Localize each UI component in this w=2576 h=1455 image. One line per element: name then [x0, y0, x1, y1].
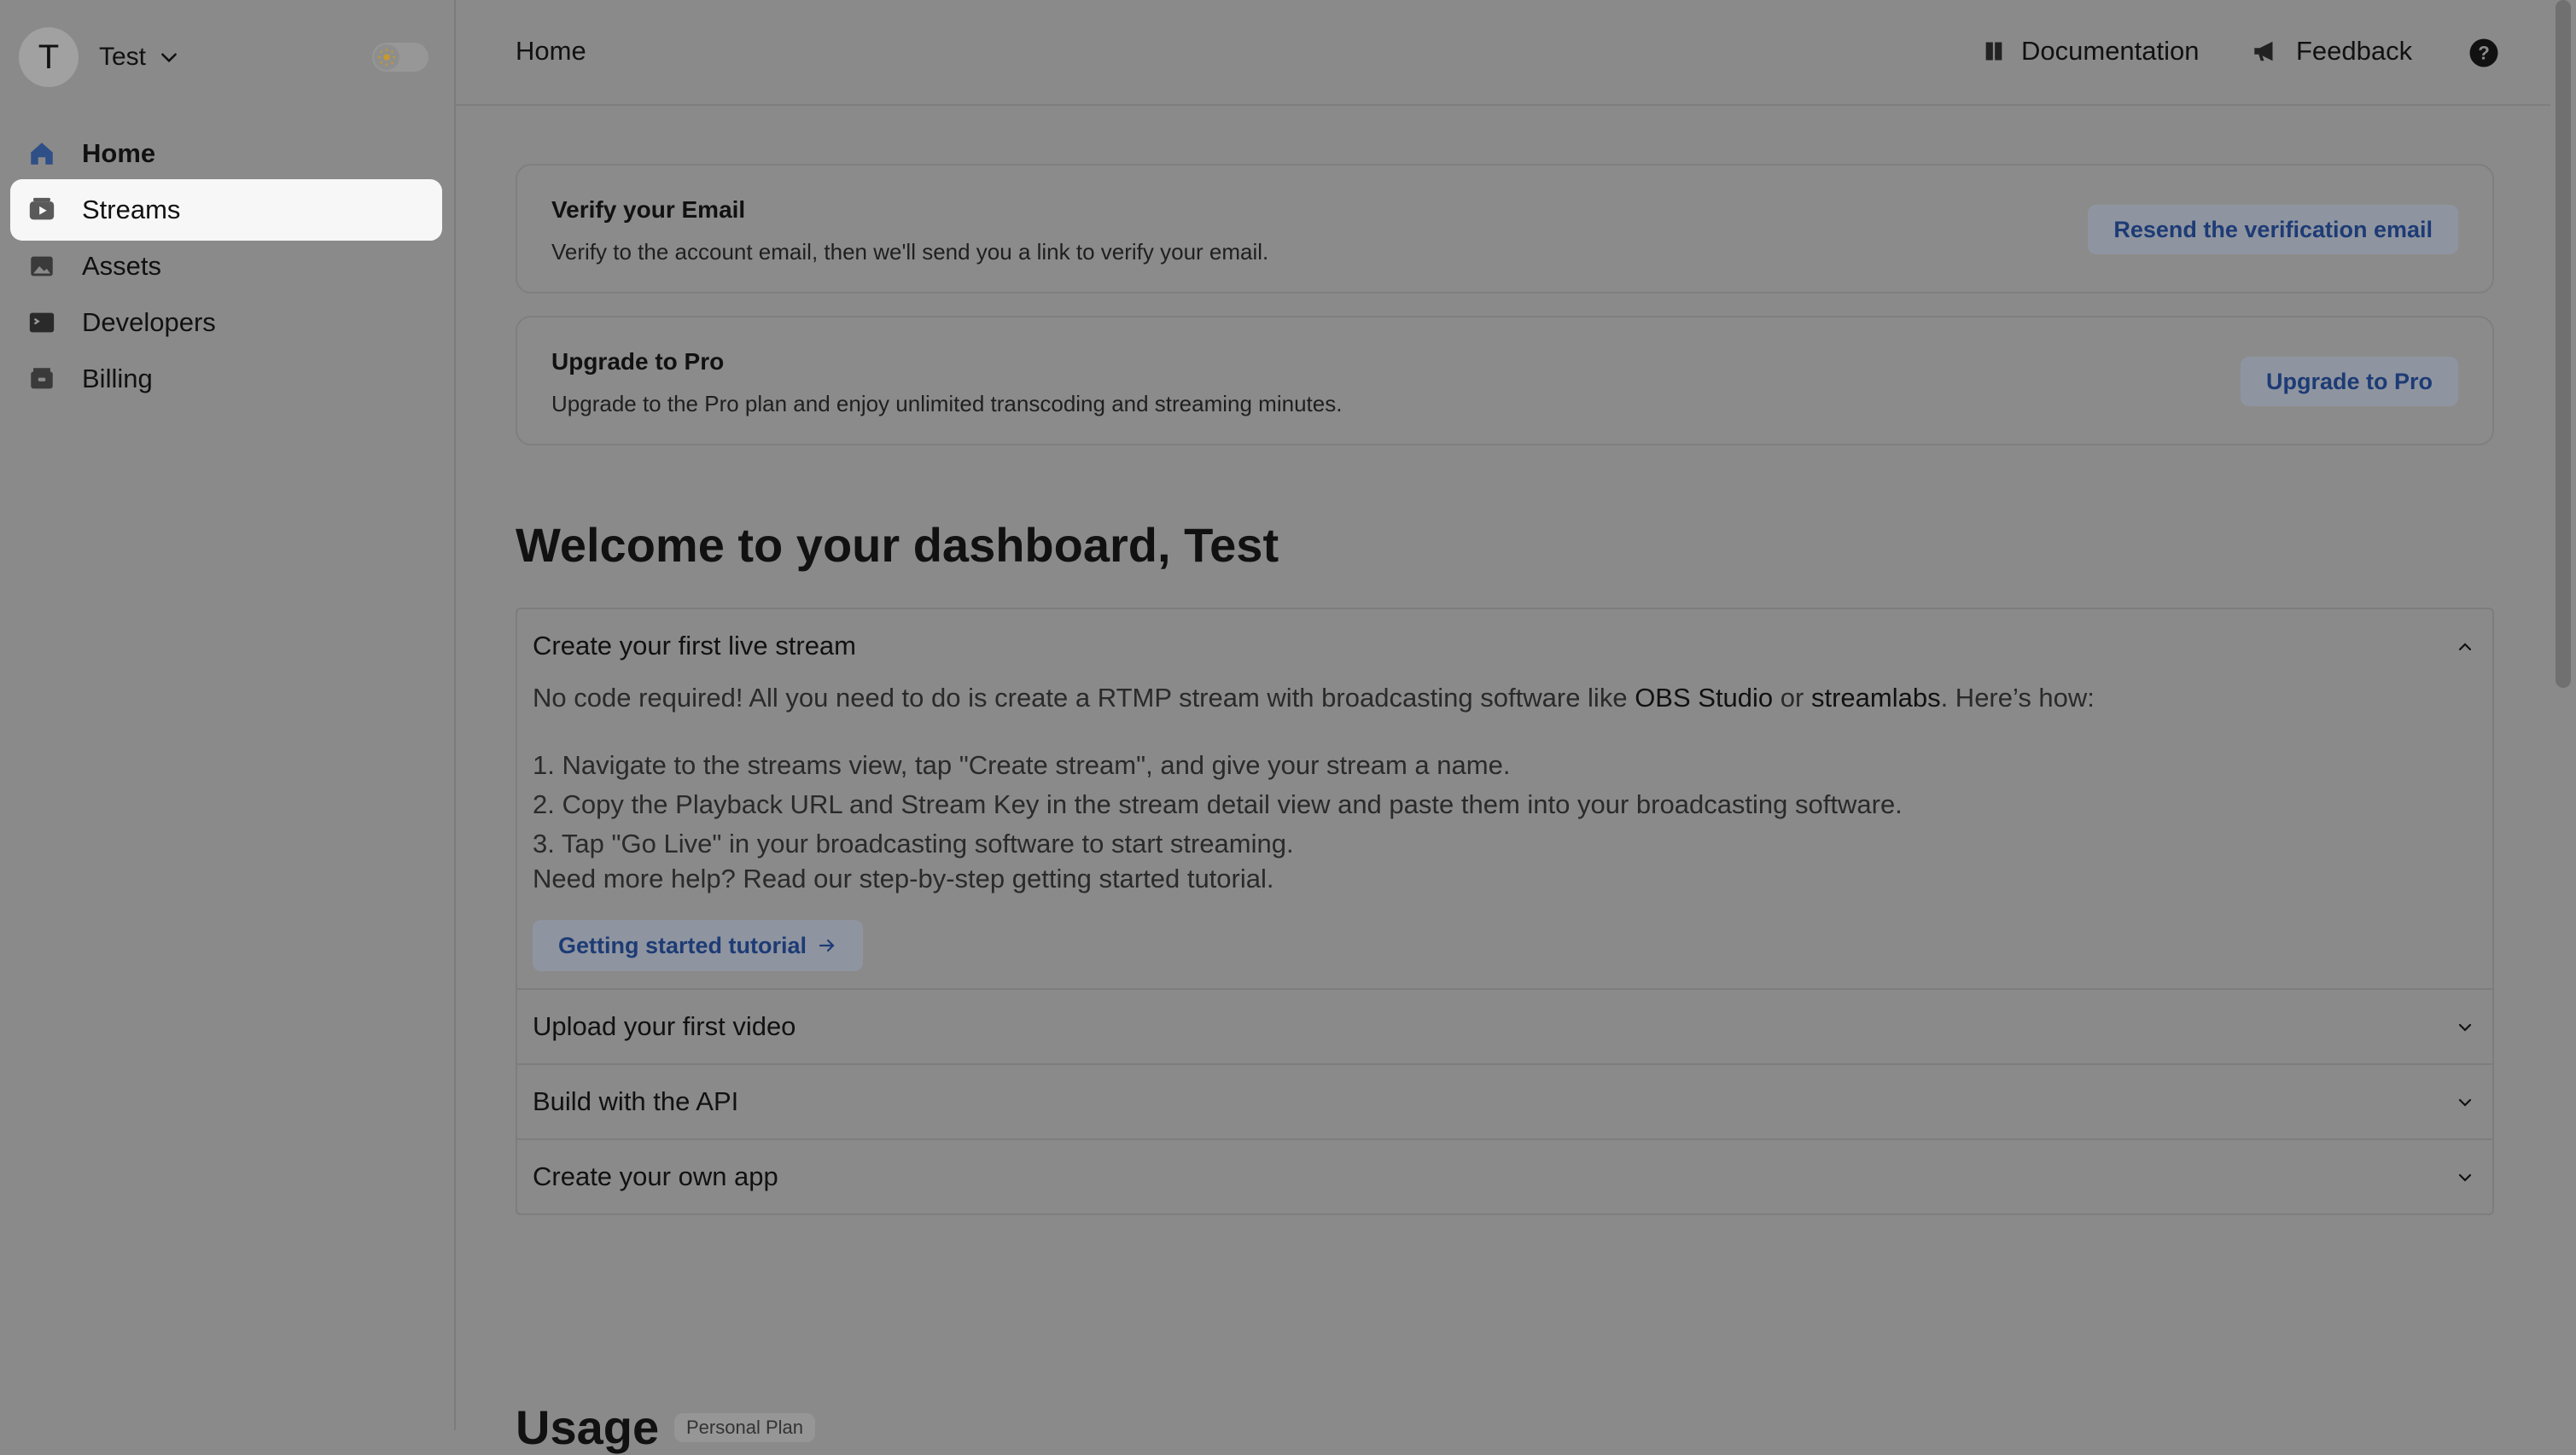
- verify-email-text: Verify to the account email, then we'll …: [551, 239, 1269, 265]
- avatar: T: [19, 27, 79, 87]
- scrollbar[interactable]: [2550, 0, 2576, 1430]
- sidebar-item-billing[interactable]: Billing: [10, 348, 442, 410]
- sun-icon: [374, 44, 399, 70]
- book-icon: [1985, 42, 2002, 61]
- accordion-header-own-app[interactable]: Create your own app: [517, 1140, 2492, 1213]
- intro-text: No code required! All you need to do is …: [533, 683, 2477, 713]
- sidebar-item-label: Developers: [82, 307, 216, 337]
- accordion-item-build-api: Build with the API: [517, 1063, 2492, 1138]
- getting-started-accordion: Create your first live stream No code re…: [516, 608, 2494, 1215]
- streams-icon: [29, 197, 55, 220]
- getting-started-tutorial-button[interactable]: Getting started tutorial: [533, 920, 864, 971]
- page-title: Home: [516, 36, 586, 66]
- svg-text:?: ?: [2478, 43, 2490, 64]
- accordion-title: Upload your first video: [533, 1011, 796, 1041]
- chevron-down-icon: [2458, 1098, 2472, 1107]
- sidebar-item-streams[interactable]: Streams: [10, 179, 442, 241]
- accordion-item-live-stream: Create your first live stream No code re…: [517, 609, 2492, 988]
- accordion-header-build-api[interactable]: Build with the API: [517, 1065, 2492, 1138]
- accordion-title: Build with the API: [533, 1086, 739, 1116]
- streamlabs-link[interactable]: streamlabs: [1811, 683, 1941, 713]
- accordion-header-live-stream[interactable]: Create your first live stream: [517, 609, 2492, 683]
- help-icon[interactable]: ?: [2468, 38, 2499, 68]
- accordion-header-upload-video[interactable]: Upload your first video: [517, 990, 2492, 1063]
- verify-email-card: Verify your Email Verify to the account …: [516, 164, 2494, 294]
- feedback-label: Feedback: [2296, 36, 2413, 66]
- assets-icon: [31, 256, 53, 276]
- top-bar: Home Documentation Feedback ?: [456, 0, 2550, 106]
- chevron-down-icon: [2458, 1023, 2472, 1032]
- chevron-up-icon: [2458, 643, 2472, 651]
- feedback-link[interactable]: Feedback: [2252, 36, 2412, 67]
- usage-heading: Usage: [516, 1400, 660, 1454]
- obs-studio-link[interactable]: OBS Studio: [1635, 683, 1773, 713]
- theme-toggle[interactable]: [372, 43, 428, 72]
- upgrade-card: Upgrade to Pro Upgrade to the Pro plan a…: [516, 316, 2494, 445]
- more-help-text: Need more help? Read our step-by-step ge…: [533, 864, 1274, 893]
- sidebar-item-assets[interactable]: Assets: [10, 236, 442, 297]
- tutorial-button-label: Getting started tutorial: [558, 932, 807, 958]
- accordion-title: Create your first live stream: [533, 631, 856, 661]
- documentation-link[interactable]: Documentation: [1982, 36, 2200, 67]
- chevron-down-icon: [161, 53, 177, 63]
- billing-icon: [31, 368, 53, 389]
- sidebar-item-developers[interactable]: Developers: [10, 292, 442, 353]
- accordion-body-live-stream: No code required! All you need to do is …: [517, 683, 2492, 988]
- step-3: 3. Tap "Go Live" in your broadcasting so…: [533, 829, 1294, 858]
- intro-text-b: . Here’s how:: [1940, 683, 2095, 713]
- sidebar-nav: Home Streams Assets Developers Billing: [10, 123, 442, 404]
- upgrade-title: Upgrade to Pro: [551, 348, 725, 375]
- megaphone-icon: [2254, 41, 2273, 61]
- upgrade-text: Upgrade to the Pro plan and enjoy unlimi…: [551, 391, 1343, 416]
- sidebar-item-label: Billing: [82, 364, 153, 393]
- plan-badge: Personal Plan: [674, 1413, 815, 1442]
- home-icon: [31, 143, 53, 165]
- account-name: Test: [99, 43, 147, 71]
- accordion-item-own-app: Create your own app: [517, 1138, 2492, 1213]
- intro-text-or: or: [1773, 683, 1811, 713]
- sidebar-item-label: Assets: [82, 251, 162, 281]
- documentation-label: Documentation: [2021, 36, 2200, 66]
- account-switcher[interactable]: T Test: [19, 27, 180, 87]
- verify-email-title: Verify your Email: [551, 196, 746, 223]
- accordion-item-upload-video: Upload your first video: [517, 988, 2492, 1063]
- step-2: 2. Copy the Playback URL and Stream Key …: [533, 789, 1903, 819]
- upgrade-button[interactable]: Upgrade to Pro: [2240, 357, 2458, 406]
- scrollbar-thumb[interactable]: [2556, 0, 2571, 688]
- resend-verification-button[interactable]: Resend the verification email: [2088, 205, 2458, 254]
- chevron-down-icon: [2458, 1173, 2472, 1182]
- accordion-title: Create your own app: [533, 1161, 778, 1191]
- steps-list: 1. Navigate to the streams view, tap "Cr…: [533, 746, 2477, 864]
- terminal-icon: [29, 312, 55, 333]
- step-1: 1. Navigate to the streams view, tap "Cr…: [533, 750, 1511, 780]
- arrow-right-icon: [819, 939, 835, 952]
- intro-text-a: No code required! All you need to do is …: [533, 683, 1635, 713]
- sidebar-item-label: Streams: [82, 195, 181, 224]
- sidebar-item-label: Home: [82, 138, 156, 168]
- sidebar-item-home[interactable]: Home: [10, 123, 442, 184]
- welcome-heading: Welcome to your dashboard, Test: [516, 518, 1279, 572]
- sidebar: T Test Home Streams Assets Developers Bi…: [0, 0, 456, 1430]
